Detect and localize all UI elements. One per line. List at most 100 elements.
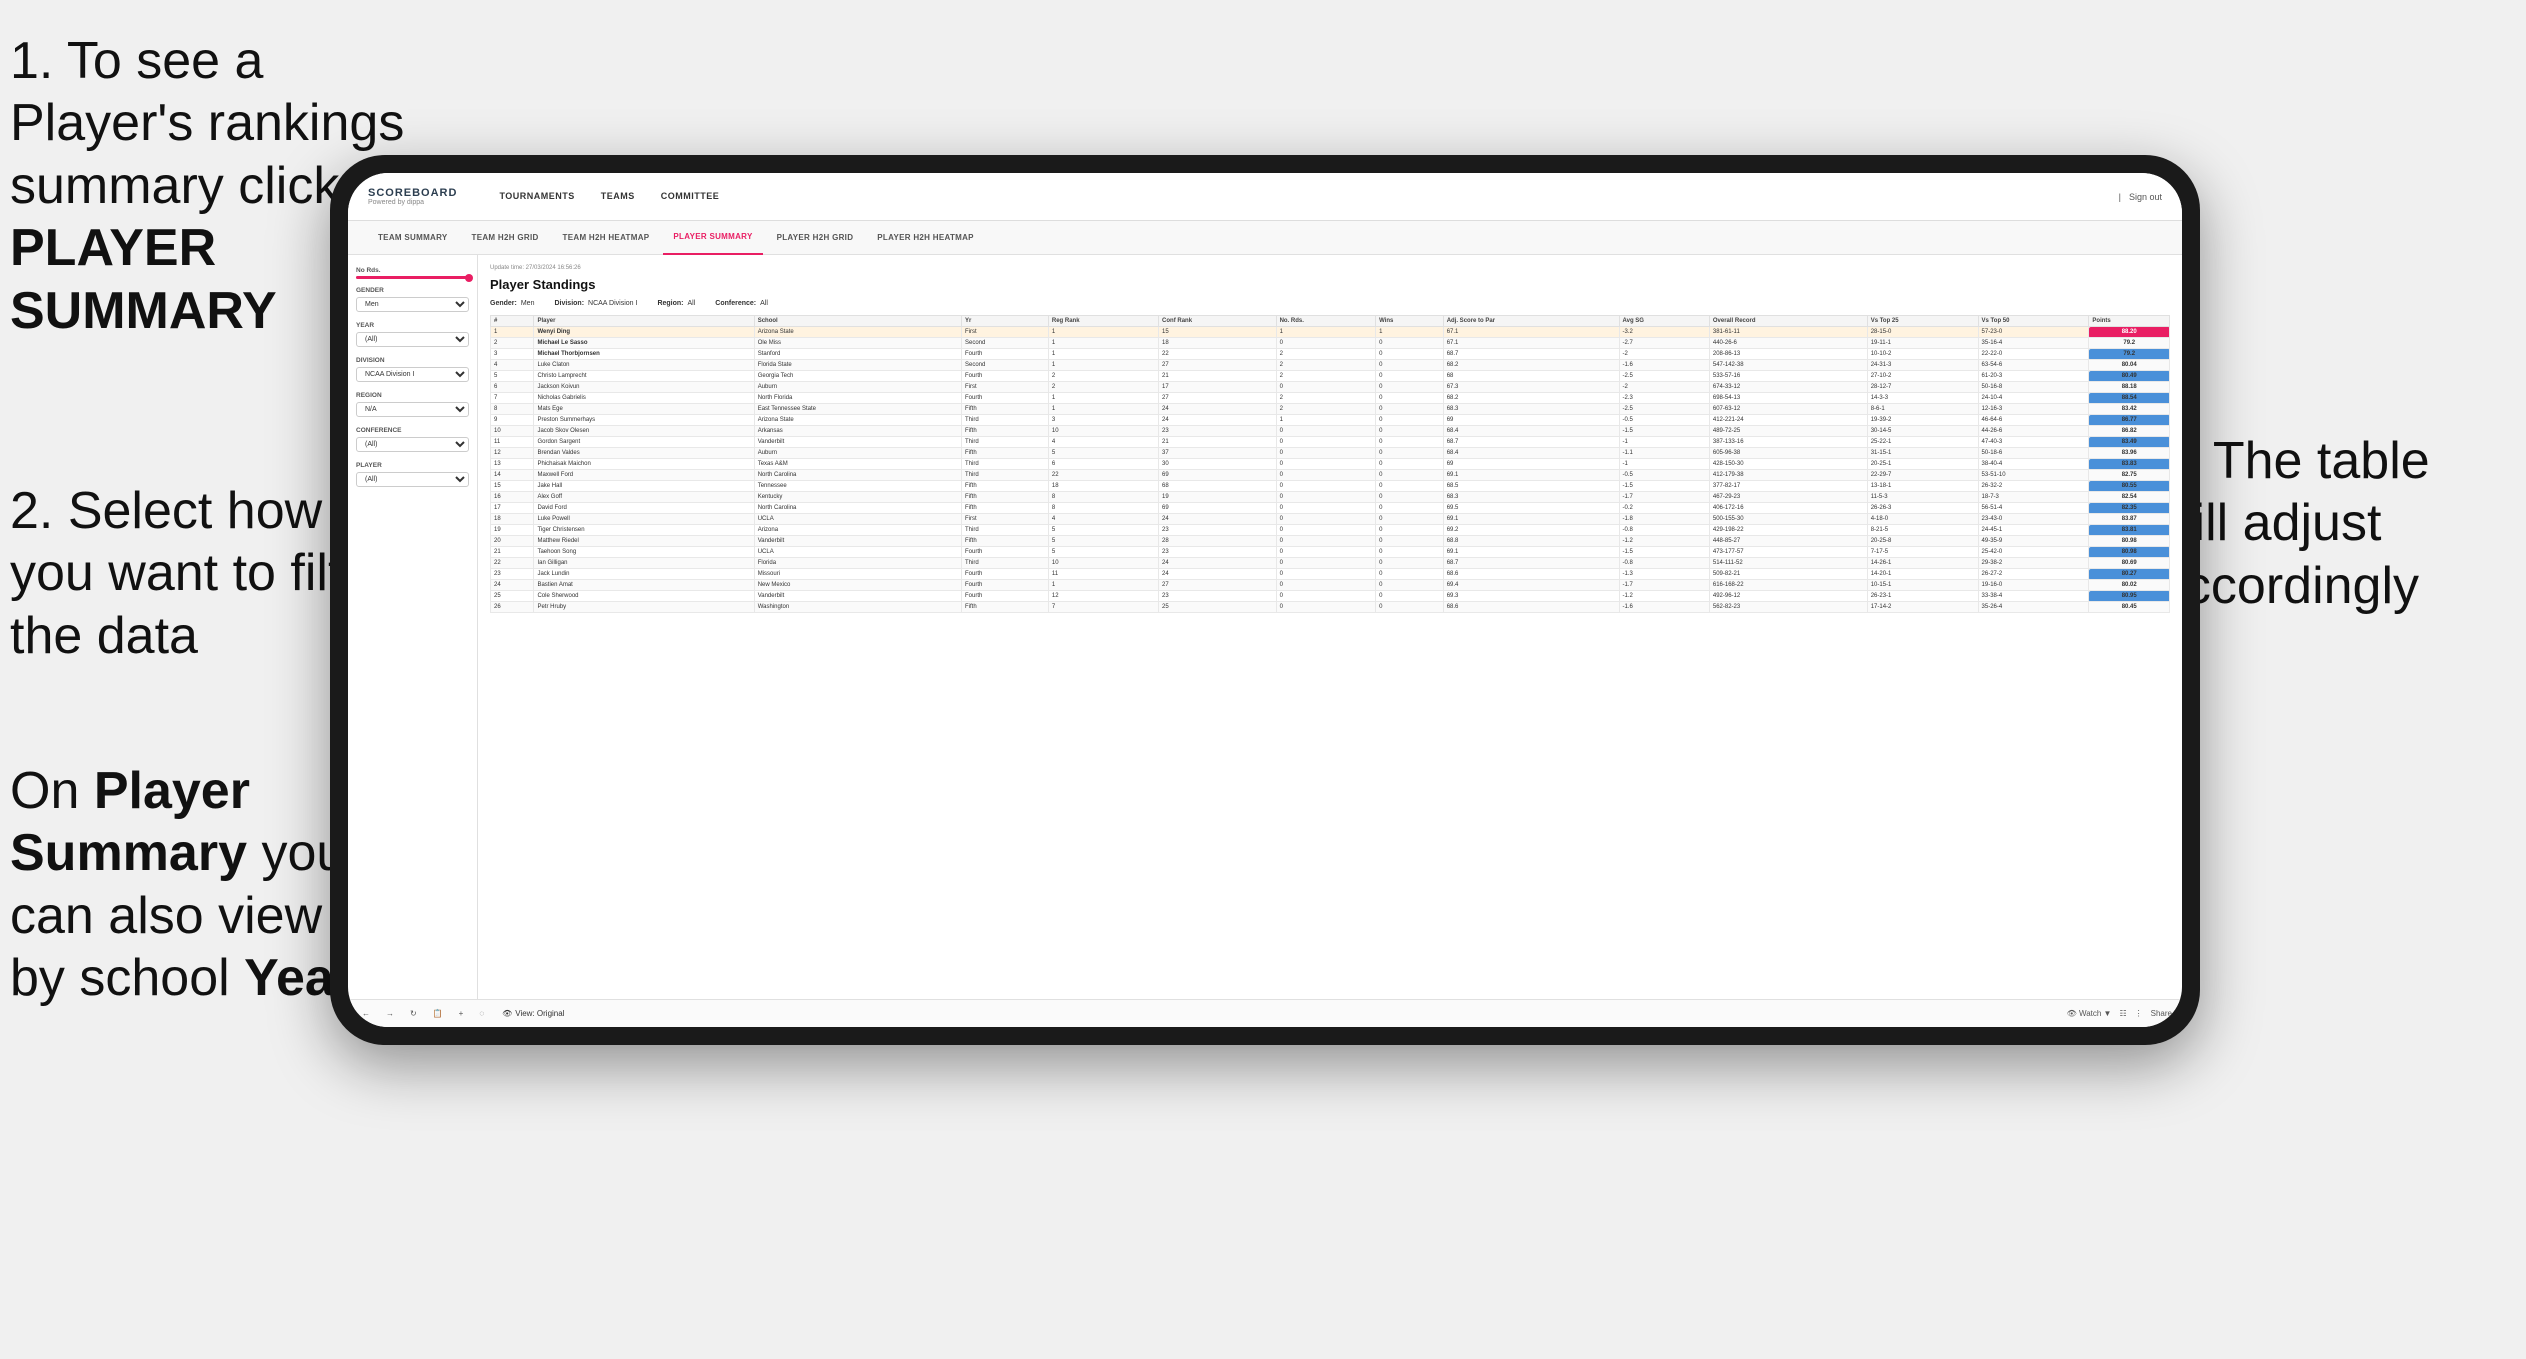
toolbar-dots[interactable]: ⋮ xyxy=(2135,1009,2143,1018)
cell-num: 20 xyxy=(491,536,534,547)
cell-no-rds: 2 xyxy=(1276,393,1376,404)
cell-avg-sg: -0.8 xyxy=(1619,525,1709,536)
cell-points: 86.77 xyxy=(2089,415,2170,426)
toolbar-share[interactable]: Share xyxy=(2151,1009,2172,1018)
nav-item-committee[interactable]: COMMITTEE xyxy=(649,173,732,221)
table-row: 15 Jake Hall Tennessee Fifth 18 68 0 0 6… xyxy=(491,481,2170,492)
toolbar-forward[interactable]: → xyxy=(382,1007,398,1020)
table-row: 24 Bastien Amat New Mexico Fourth 1 27 0… xyxy=(491,580,2170,591)
cell-player: Ian Gilligan xyxy=(534,558,754,569)
cell-wins: 0 xyxy=(1376,470,1444,481)
cell-school: Texas A&M xyxy=(754,459,961,470)
cell-vs-top25: 8-6-1 xyxy=(1867,404,1978,415)
cell-overall-record: 377-82-17 xyxy=(1709,481,1867,492)
sub-nav-team-h2h-heatmap[interactable]: TEAM H2H HEATMAP xyxy=(553,221,660,255)
cell-adj-score: 67.1 xyxy=(1443,327,1619,338)
toolbar-add[interactable]: + xyxy=(455,1007,468,1020)
cell-vs-top50: 56-51-4 xyxy=(1978,503,2089,514)
cell-num: 16 xyxy=(491,492,534,503)
cell-wins: 0 xyxy=(1376,448,1444,459)
sign-out[interactable]: Sign out xyxy=(2129,192,2162,202)
toolbar-back[interactable]: ← xyxy=(358,1007,374,1020)
cell-vs-top50: 33-38-4 xyxy=(1978,591,2089,602)
toolbar-watch[interactable]: 👁 Watch ▼ xyxy=(2067,1009,2112,1018)
cell-conf-rank: 22 xyxy=(1159,349,1277,360)
cell-conf-rank: 68 xyxy=(1159,481,1277,492)
cell-player: Bastien Amat xyxy=(534,580,754,591)
toolbar-layout[interactable]: ☷ xyxy=(2119,1009,2126,1018)
cell-yr: Third xyxy=(961,459,1048,470)
cell-school: North Carolina xyxy=(754,470,961,481)
tablet-frame: SCOREBOARD Powered by dippa TOURNAMENTS … xyxy=(330,155,2200,1045)
nav-item-teams[interactable]: TEAMS xyxy=(589,173,647,221)
cell-adj-score: 68.7 xyxy=(1443,558,1619,569)
cell-player: Gordon Sargent xyxy=(534,437,754,448)
cell-num: 11 xyxy=(491,437,534,448)
table-row: 11 Gordon Sargent Vanderbilt Third 4 21 … xyxy=(491,437,2170,448)
cell-yr: Fourth xyxy=(961,393,1048,404)
cell-conf-rank: 23 xyxy=(1159,525,1277,536)
cell-conf-rank: 23 xyxy=(1159,547,1277,558)
cell-overall-record: 533-57-16 xyxy=(1709,371,1867,382)
cell-avg-sg: -1.7 xyxy=(1619,580,1709,591)
cell-reg-rank: 1 xyxy=(1048,338,1158,349)
cell-player: Jake Hall xyxy=(534,481,754,492)
cell-yr: Fourth xyxy=(961,547,1048,558)
slider-track[interactable] xyxy=(356,276,469,279)
cell-wins: 0 xyxy=(1376,338,1444,349)
table-row: 16 Alex Goff Kentucky Fifth 8 19 0 0 68.… xyxy=(491,492,2170,503)
toolbar-right: 👁 Watch ▼ ☷ ⋮ Share xyxy=(2067,1009,2172,1018)
cell-player: Alex Goff xyxy=(534,492,754,503)
cell-overall-record: 509-82-21 xyxy=(1709,569,1867,580)
cell-adj-score: 68.3 xyxy=(1443,404,1619,415)
cell-school: Auburn xyxy=(754,448,961,459)
cell-vs-top50: 49-35-9 xyxy=(1978,536,2089,547)
filter-conference-label: Conference: xyxy=(715,300,756,307)
cell-vs-top25: 13-18-1 xyxy=(1867,481,1978,492)
year-select[interactable]: (All) xyxy=(356,332,469,347)
cell-vs-top50: 24-45-1 xyxy=(1978,525,2089,536)
cell-wins: 1 xyxy=(1376,327,1444,338)
cell-adj-score: 68.6 xyxy=(1443,569,1619,580)
cell-conf-rank: 24 xyxy=(1159,558,1277,569)
region-label: Region xyxy=(356,392,469,399)
sub-nav-team-summary[interactable]: TEAM SUMMARY xyxy=(368,221,458,255)
cell-player: Michael Le Sasso xyxy=(534,338,754,349)
cell-points: 82.35 xyxy=(2089,503,2170,514)
table-row: 8 Mats Ege East Tennessee State Fifth 1 … xyxy=(491,404,2170,415)
nav-item-tournaments[interactable]: TOURNAMENTS xyxy=(487,173,586,221)
cell-conf-rank: 21 xyxy=(1159,437,1277,448)
toolbar-clock[interactable]: ◌ xyxy=(475,1007,488,1020)
cell-reg-rank: 5 xyxy=(1048,547,1158,558)
cell-avg-sg: -1.8 xyxy=(1619,514,1709,525)
sub-nav-player-summary[interactable]: PLAYER SUMMARY xyxy=(663,221,762,255)
cell-wins: 0 xyxy=(1376,349,1444,360)
sub-nav-player-h2h-heatmap[interactable]: PLAYER H2H HEATMAP xyxy=(867,221,984,255)
conference-select[interactable]: (All) xyxy=(356,437,469,452)
player-select[interactable]: (All) xyxy=(356,472,469,487)
toolbar-copy[interactable]: 📋 xyxy=(429,1007,447,1020)
toolbar-view-label[interactable]: View: Original xyxy=(515,1009,564,1018)
cell-school: Arizona State xyxy=(754,415,961,426)
cell-vs-top50: 46-64-6 xyxy=(1978,415,2089,426)
sub-nav-team-h2h-grid[interactable]: TEAM H2H GRID xyxy=(462,221,549,255)
cell-wins: 0 xyxy=(1376,547,1444,558)
sub-nav-player-h2h-grid[interactable]: PLAYER H2H GRID xyxy=(767,221,864,255)
division-select[interactable]: NCAA Division I xyxy=(356,367,469,382)
cell-adj-score: 69.1 xyxy=(1443,470,1619,481)
cell-overall-record: 440-26-6 xyxy=(1709,338,1867,349)
cell-avg-sg: -1.3 xyxy=(1619,569,1709,580)
cell-wins: 0 xyxy=(1376,558,1444,569)
cell-points: 88.20 xyxy=(2089,327,2170,338)
region-select[interactable]: N/A xyxy=(356,402,469,417)
cell-wins: 0 xyxy=(1376,371,1444,382)
cell-vs-top25: 20-25-1 xyxy=(1867,459,1978,470)
gender-select[interactable]: Men xyxy=(356,297,469,312)
cell-adj-score: 69 xyxy=(1443,459,1619,470)
cell-overall-record: 514-111-52 xyxy=(1709,558,1867,569)
toolbar-refresh[interactable]: ↻ xyxy=(406,1007,421,1020)
cell-vs-top25: 7-17-5 xyxy=(1867,547,1978,558)
cell-vs-top50: 35-26-4 xyxy=(1978,602,2089,613)
cell-points: 80.95 xyxy=(2089,591,2170,602)
cell-yr: Fifth xyxy=(961,503,1048,514)
